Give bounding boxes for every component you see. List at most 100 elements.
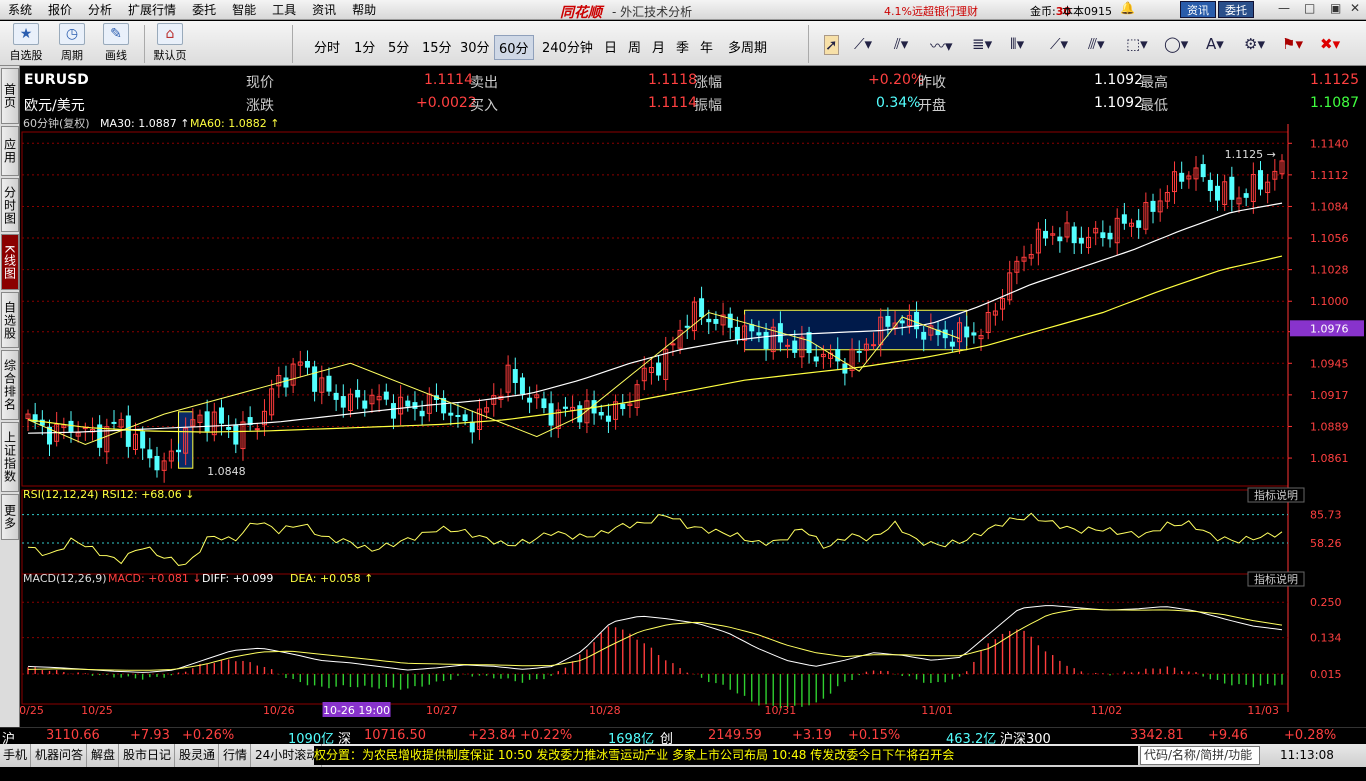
period-label: 周期: [61, 49, 83, 62]
candle-down: [577, 405, 583, 423]
price-tick-label: 1.1056: [1310, 232, 1349, 245]
menu-help[interactable]: 帮助: [344, 0, 384, 20]
tab-stocklink[interactable]: 股灵通: [176, 744, 220, 767]
buy-label: 买入: [470, 98, 498, 114]
candle-down: [971, 332, 977, 336]
bars-tool-icon[interactable]: ⦀▾: [1010, 35, 1024, 53]
kline-svg[interactable]: 1.1140 1.1112 1.1084 1.1056 1.1028 1.1000 1.09…: [20, 116, 1366, 730]
side-tab-shindex[interactable]: 上证指数: [1, 422, 19, 492]
tab-qa[interactable]: 机器问答: [32, 744, 88, 767]
candle-down: [763, 331, 769, 349]
side-tab-more[interactable]: 更多: [1, 494, 19, 540]
menu-news[interactable]: 资讯: [304, 0, 344, 20]
side-tab-timeshare[interactable]: 分时图: [1, 178, 19, 232]
side-tab-watchlist[interactable]: 自选股: [1, 292, 19, 348]
side-tab-ranking[interactable]: 综合排名: [1, 350, 19, 420]
tab-24h[interactable]: 24小时滚动: [252, 744, 323, 767]
close-icon[interactable]: ✕: [1350, 1, 1360, 15]
indicator-help-label: 指标说明: [1254, 572, 1298, 586]
period-tab-quarter[interactable]: 季: [672, 35, 693, 58]
prev-value: 1.1092: [1094, 72, 1143, 88]
fib-tool-icon[interactable]: ≣▾: [972, 35, 992, 53]
period-tab-week[interactable]: 周: [624, 35, 645, 58]
channel-tool-icon[interactable]: ⫻▾: [1088, 35, 1104, 53]
menu-extended[interactable]: 扩展行情: [120, 0, 184, 20]
tab-analysis[interactable]: 解盘: [88, 744, 120, 767]
candle-down: [684, 325, 690, 328]
candle-down: [204, 411, 210, 432]
price-tick-label: 1.0889: [1310, 420, 1349, 433]
candle-down: [656, 362, 662, 376]
period-tab-multi[interactable]: 多周期: [724, 35, 771, 58]
tab-quotes[interactable]: 行情: [220, 744, 252, 767]
news-button[interactable]: 资讯: [1180, 1, 1216, 18]
candle-down: [706, 318, 712, 323]
fan-tool-icon[interactable]: ⟋▾: [1050, 35, 1068, 53]
cursor-icon[interactable]: ➚: [824, 35, 839, 55]
tab-diary[interactable]: 股市日记: [120, 744, 176, 767]
candle-down: [218, 407, 224, 424]
period-tab-month[interactable]: 月: [648, 35, 669, 58]
parallel-tool-icon[interactable]: ⫽▾: [894, 35, 908, 53]
hs-change: +9.46: [1208, 728, 1248, 743]
candle-down: [111, 421, 117, 424]
promo-link[interactable]: 4.1%远超银行理财: [884, 3, 978, 19]
candle-down: [699, 298, 705, 318]
period-tab-1min[interactable]: 1分: [350, 35, 379, 58]
default-page-button[interactable]: ⌂ 默认页: [150, 23, 190, 63]
sell-label: 卖出: [470, 75, 498, 91]
side-tab-kline[interactable]: K线图: [1, 234, 19, 290]
period-tab-15min[interactable]: 15分: [418, 35, 456, 58]
candle-down: [383, 391, 389, 400]
minimize-icon[interactable]: —: [1278, 1, 1290, 15]
menu-quote[interactable]: 报价: [40, 0, 80, 20]
low-annotation: 1.0848: [207, 465, 246, 478]
bell-icon[interactable]: 🔔: [1120, 1, 1135, 15]
period-tab-30min[interactable]: 30分: [456, 35, 494, 58]
dea-line: [27, 608, 1283, 671]
line-tool-icon[interactable]: ⟋▾: [854, 35, 872, 53]
settings-gear-icon[interactable]: ⚙▾: [1244, 35, 1265, 53]
toolbar-divider: [808, 25, 809, 63]
period-tab-year[interactable]: 年: [696, 35, 717, 58]
crosshair-date-label: 10-26 19:00: [323, 704, 390, 717]
news-ticker[interactable]: 权分置：为农民增收提供制度保证 10:50 发改委力推冰雪运动产业 多家上市公司…: [314, 746, 1138, 765]
code-search-input[interactable]: 代码/名称/简拼/功能: [1140, 746, 1260, 765]
period-button[interactable]: ◷ 周期: [52, 23, 92, 63]
chg-label: 涨跌: [246, 98, 274, 114]
period-tab-timeshare[interactable]: 分时: [310, 35, 344, 58]
watchlist-button[interactable]: ★ 自选股: [6, 23, 46, 63]
menu-smart[interactable]: 智能: [224, 0, 264, 20]
high-value: 1.1125: [1310, 72, 1359, 88]
trade-button[interactable]: 委托: [1218, 1, 1254, 18]
side-tab-apps[interactable]: 应用: [1, 126, 19, 176]
period-tab-5min[interactable]: 5分: [384, 35, 413, 58]
menu-system[interactable]: 系统: [0, 0, 40, 20]
date-label: 10/28: [589, 704, 621, 717]
menu-tools[interactable]: 工具: [264, 0, 304, 20]
account-name[interactable]: 本本0915: [1062, 3, 1112, 19]
period-tab-60min[interactable]: 60分: [494, 35, 534, 60]
ellipse-tool-icon[interactable]: ◯▾: [1164, 35, 1188, 53]
period-tab-240min[interactable]: 240分钟: [538, 35, 597, 58]
open-value: 1.1092: [1094, 95, 1143, 111]
wave-tool-icon[interactable]: 〰▾: [930, 35, 953, 56]
bookmark-icon[interactable]: ⚑▾: [1282, 35, 1303, 53]
ma60-line: [27, 255, 1283, 433]
draw-button[interactable]: ✎ 画线: [96, 23, 136, 63]
candle-down: [806, 332, 812, 354]
price-tick-label: 1.1112: [1310, 169, 1349, 182]
kline-chart[interactable]: 1.1140 1.1112 1.1084 1.1056 1.1028 1.1000 1.09…: [20, 116, 1366, 730]
delete-icon[interactable]: ✖▾: [1320, 35, 1340, 53]
maximize-icon[interactable]: ▣: [1330, 1, 1341, 15]
tab-mobile[interactable]: 手机: [0, 744, 32, 767]
period-tab-day[interactable]: 日: [600, 35, 621, 58]
menu-analysis[interactable]: 分析: [80, 0, 120, 20]
side-tab-home[interactable]: 首页: [1, 68, 19, 124]
restore-icon[interactable]: □: [1304, 1, 1315, 15]
rect-tool-icon[interactable]: ⬚▾: [1126, 35, 1148, 53]
menu-trade[interactable]: 委托: [184, 0, 224, 20]
bottom-bar: 手机 机器问答 解盘 股市日记 股灵通 行情 24小时滚动 权分置：为农民增收提…: [0, 744, 1366, 767]
toolbar-divider: [144, 25, 145, 63]
text-tool-icon[interactable]: A▾: [1206, 35, 1224, 53]
